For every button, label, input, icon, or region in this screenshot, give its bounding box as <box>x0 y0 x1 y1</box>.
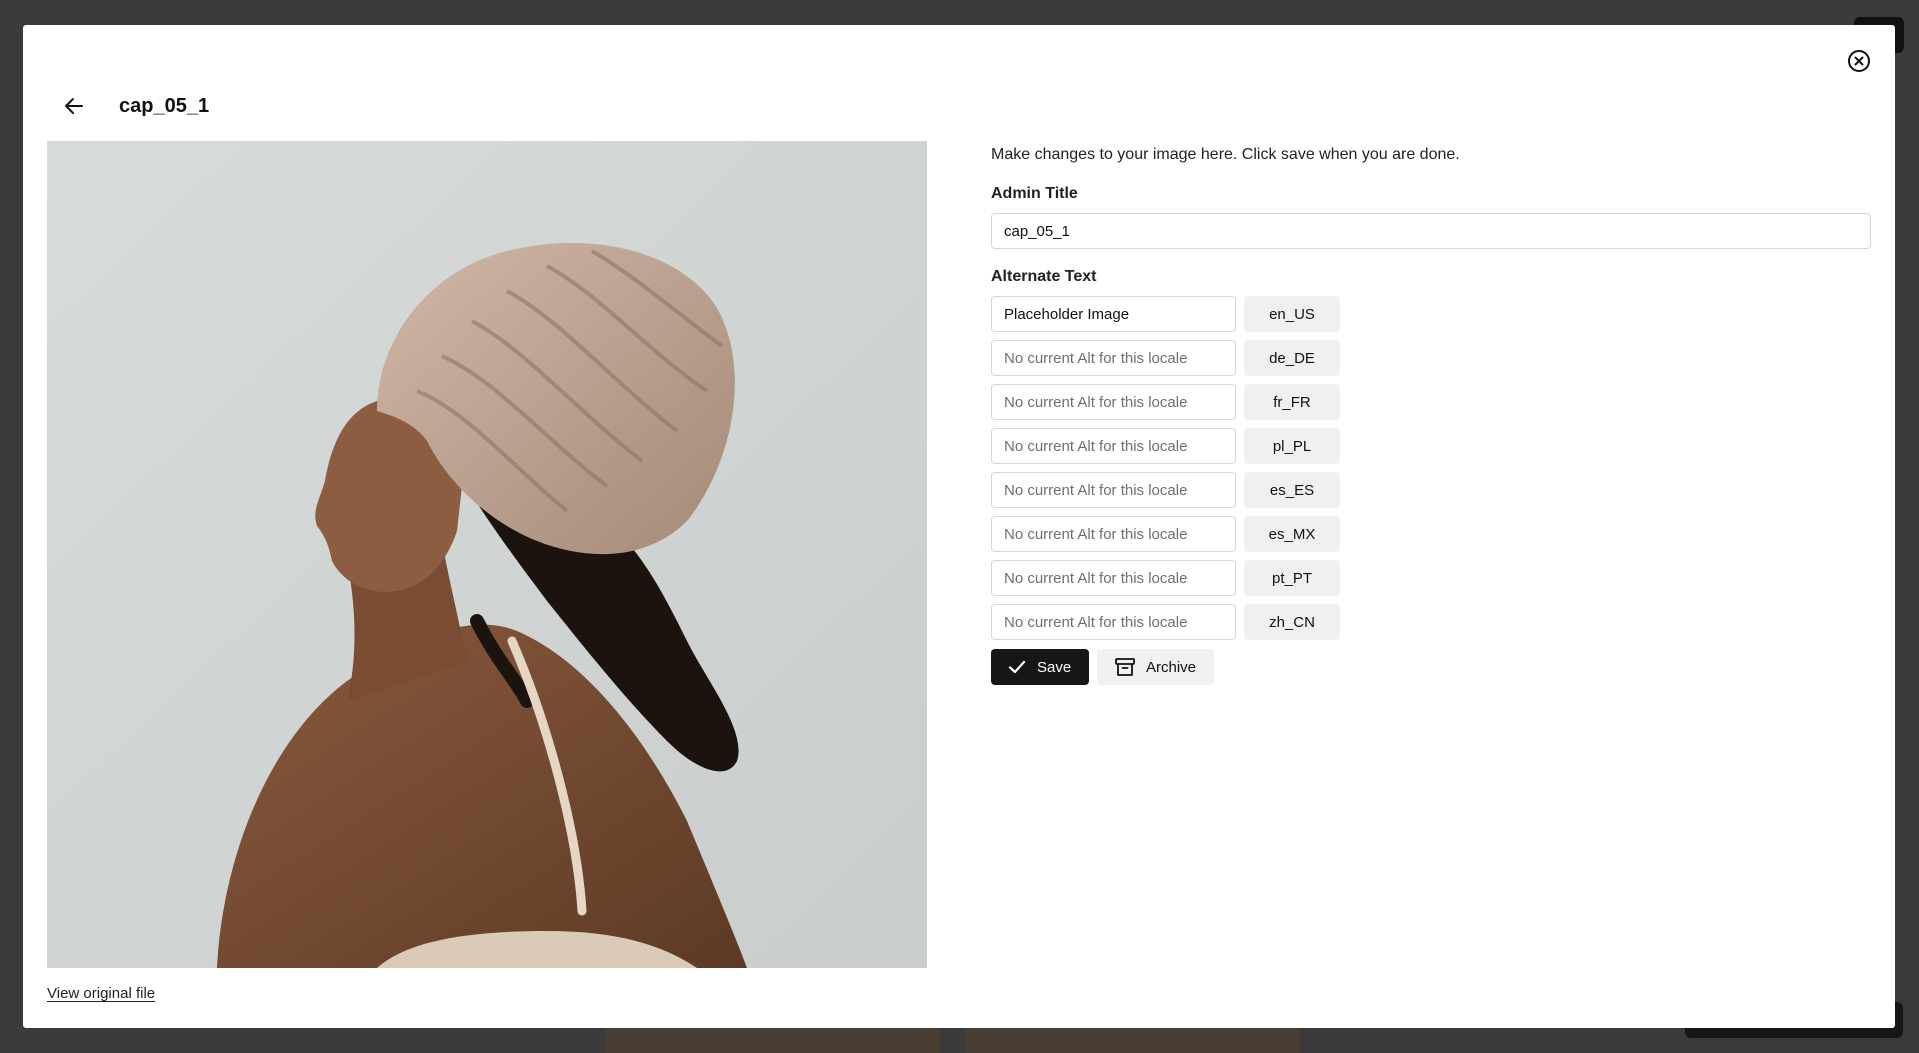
alt-text-input-es-es[interactable] <box>991 472 1236 508</box>
alt-text-input-zh-cn[interactable] <box>991 604 1236 640</box>
archive-button[interactable]: Archive <box>1097 649 1214 685</box>
alt-text-row: de_DE <box>991 340 1340 376</box>
close-circle-icon <box>1848 50 1870 72</box>
close-button[interactable] <box>1846 48 1872 74</box>
locale-badge: en_US <box>1244 296 1340 332</box>
archive-button-label: Archive <box>1146 658 1197 676</box>
check-icon <box>1008 660 1026 674</box>
edit-form: Make changes to your image here. Click s… <box>991 141 1872 685</box>
alternate-text-label: Alternate Text <box>991 268 1097 285</box>
locale-badge: es_ES <box>1244 472 1340 508</box>
archive-box-icon <box>1115 658 1135 676</box>
locale-badge: zh_CN <box>1244 604 1340 640</box>
alt-text-row: es_ES <box>991 472 1340 508</box>
form-intro-text: Make changes to your image here. Click s… <box>991 146 1460 163</box>
locale-badge: pt_PT <box>1244 560 1340 596</box>
alt-text-input-pl-pl[interactable] <box>991 428 1236 464</box>
image-preview <box>47 141 927 968</box>
alt-text-input-en-us[interactable] <box>991 296 1236 332</box>
page-title: cap_05_1 <box>119 95 210 117</box>
alt-text-row: zh_CN <box>991 604 1340 640</box>
alt-text-input-fr-fr[interactable] <box>991 384 1236 420</box>
alt-text-input-pt-pt[interactable] <box>991 560 1236 596</box>
locale-badge: fr_FR <box>1244 384 1340 420</box>
back-button[interactable] <box>60 92 88 120</box>
alt-text-row: fr_FR <box>991 384 1340 420</box>
admin-title-input[interactable] <box>991 213 1871 249</box>
locale-badge: pl_PL <box>1244 428 1340 464</box>
arrow-left-icon <box>65 98 83 114</box>
alt-text-input-es-mx[interactable] <box>991 516 1236 552</box>
locale-badge: es_MX <box>1244 516 1340 552</box>
background-thumbnail <box>605 1029 940 1053</box>
alt-text-row: es_MX <box>991 516 1340 552</box>
view-original-file-link[interactable]: View original file <box>47 985 155 1002</box>
alt-text-list: en_US de_DE fr_FR pl_PL es_ES es_MX pt_P… <box>991 296 1340 648</box>
alt-text-row: pl_PL <box>991 428 1340 464</box>
form-actions: Save Archive <box>991 649 1214 685</box>
alt-text-input-de-de[interactable] <box>991 340 1236 376</box>
save-button-label: Save <box>1037 658 1072 676</box>
save-button[interactable]: Save <box>991 649 1089 685</box>
alt-text-row: en_US <box>991 296 1340 332</box>
background-thumbnail <box>965 1029 1300 1053</box>
alt-text-row: pt_PT <box>991 560 1340 596</box>
admin-title-label: Admin Title <box>991 185 1078 202</box>
locale-badge: de_DE <box>1244 340 1340 376</box>
